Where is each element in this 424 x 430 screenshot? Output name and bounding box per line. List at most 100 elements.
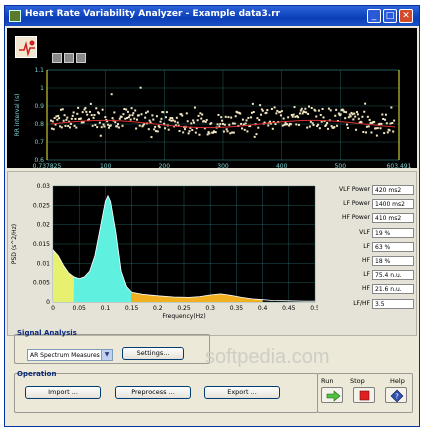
- rr-x-tick: 200: [159, 163, 171, 168]
- rr-point: [147, 128, 150, 131]
- rr-point: [319, 113, 322, 116]
- rr-point: [201, 113, 204, 116]
- rr-point: [214, 131, 217, 134]
- metric-label: HF: [362, 285, 370, 293]
- rr-point: [188, 130, 191, 133]
- rr-point: [60, 126, 63, 129]
- rr-point: [346, 126, 349, 129]
- preprocess-button[interactable]: Preprocess ...: [115, 386, 191, 399]
- help-button[interactable]: ?: [385, 387, 407, 403]
- rr-point: [176, 121, 179, 124]
- psd-x-tick: 0.35: [230, 305, 244, 312]
- arrow-right-icon: [326, 390, 341, 402]
- rr-point: [261, 109, 264, 112]
- analysis-method-dropdown[interactable]: AR Spectrum Measures ▼: [27, 349, 113, 361]
- minimize-button[interactable]: _: [367, 9, 381, 23]
- rr-point: [383, 132, 386, 135]
- rr-point: [259, 104, 262, 107]
- settings-button[interactable]: Settings...: [122, 347, 184, 360]
- export-button[interactable]: Export ...: [204, 386, 280, 399]
- rr-point: [94, 123, 97, 126]
- rr-point: [159, 120, 162, 123]
- rr-y-tick: 0.8: [34, 121, 44, 128]
- psd-x-tick: 0.2: [153, 305, 163, 312]
- rr-point: [217, 113, 220, 116]
- rr-point: [266, 109, 269, 112]
- psd-x-tick: 0.45: [282, 305, 296, 312]
- rr-point: [164, 127, 167, 130]
- rr-point: [91, 124, 94, 127]
- rr-point: [170, 119, 173, 122]
- rr-point: [274, 123, 277, 126]
- rr-point: [79, 117, 82, 120]
- rr-point: [190, 122, 193, 125]
- rr-point: [314, 109, 317, 112]
- rr-point: [129, 118, 132, 121]
- rr-point: [306, 126, 309, 129]
- psd-y-tick: 0.025: [33, 202, 50, 209]
- chevron-down-icon[interactable]: ▼: [101, 350, 112, 360]
- rr-point: [230, 116, 233, 119]
- rr-point: [127, 116, 130, 119]
- psd-y-tick: 0: [46, 299, 50, 306]
- rr-point: [52, 128, 55, 131]
- rr-point: [265, 111, 268, 114]
- rr-y-tick: 1.1: [34, 67, 44, 74]
- rr-point: [327, 107, 330, 110]
- rr-point: [244, 122, 247, 125]
- rr-point: [286, 123, 289, 126]
- rr-point: [334, 114, 337, 117]
- rr-x-tick: 300: [217, 163, 229, 168]
- rr-graph-panel: 1.1 1 0.9 0.8 0.7 0.6 0.737825 100 200 300 400 500 6…: [7, 28, 417, 168]
- close-button[interactable]: ✕: [399, 9, 413, 23]
- rr-point: [240, 122, 243, 125]
- metric-value: 18 %: [372, 256, 414, 266]
- rr-point: [120, 115, 123, 118]
- rr-point: [98, 121, 101, 124]
- rr-point: [298, 123, 301, 126]
- metric-row: HF 18 %: [326, 256, 416, 267]
- rr-point: [199, 112, 202, 115]
- rr-point: [155, 115, 158, 118]
- svg-text:?: ?: [395, 393, 399, 401]
- psd-chart: 0.03 0.025 0.02 0.015 0.01 0.005 00 0.05 0.1 0.15…: [11, 183, 318, 320]
- rr-point: [205, 119, 208, 122]
- rr-point: [67, 125, 70, 128]
- rr-point: [167, 128, 170, 131]
- run-button[interactable]: [321, 387, 343, 403]
- stop-button[interactable]: [353, 387, 375, 403]
- rr-point: [55, 115, 58, 118]
- rr-point: [258, 118, 261, 121]
- psd-x-label: Frequency(Hz): [162, 313, 205, 320]
- metric-row: LF 63 %: [326, 241, 416, 253]
- rr-point: [158, 126, 161, 129]
- rr-point: [88, 118, 91, 121]
- rr-point: [279, 111, 282, 114]
- rr-point: [344, 117, 347, 120]
- rr-point: [88, 110, 91, 113]
- rr-point: [300, 107, 303, 110]
- rr-point: [227, 116, 230, 119]
- rr-point: [70, 117, 73, 120]
- rr-point: [62, 119, 65, 122]
- rr-point: [175, 116, 178, 119]
- metric-label: HF: [362, 257, 370, 264]
- rr-point: [146, 110, 149, 113]
- rr-point: [369, 121, 372, 124]
- metric-label: VLF: [359, 228, 370, 236]
- title-bar[interactable]: Heart Rate Variability Analyzer - Exampl…: [5, 6, 419, 26]
- import-button[interactable]: Import ...: [25, 386, 101, 399]
- maximize-button[interactable]: □: [383, 9, 397, 23]
- metric-row: LF Power 1400 ms2: [326, 199, 416, 210]
- rr-point: [345, 111, 348, 114]
- rr-point: [121, 124, 124, 127]
- stop-label: Stop: [350, 377, 365, 385]
- rr-point: [236, 111, 239, 114]
- rr-point: [283, 123, 286, 126]
- rr-point: [243, 128, 246, 131]
- rr-point: [304, 107, 307, 110]
- rr-point: [138, 124, 141, 127]
- rr-point: [206, 133, 209, 136]
- rr-point: [174, 120, 177, 123]
- rr-point: [204, 120, 207, 123]
